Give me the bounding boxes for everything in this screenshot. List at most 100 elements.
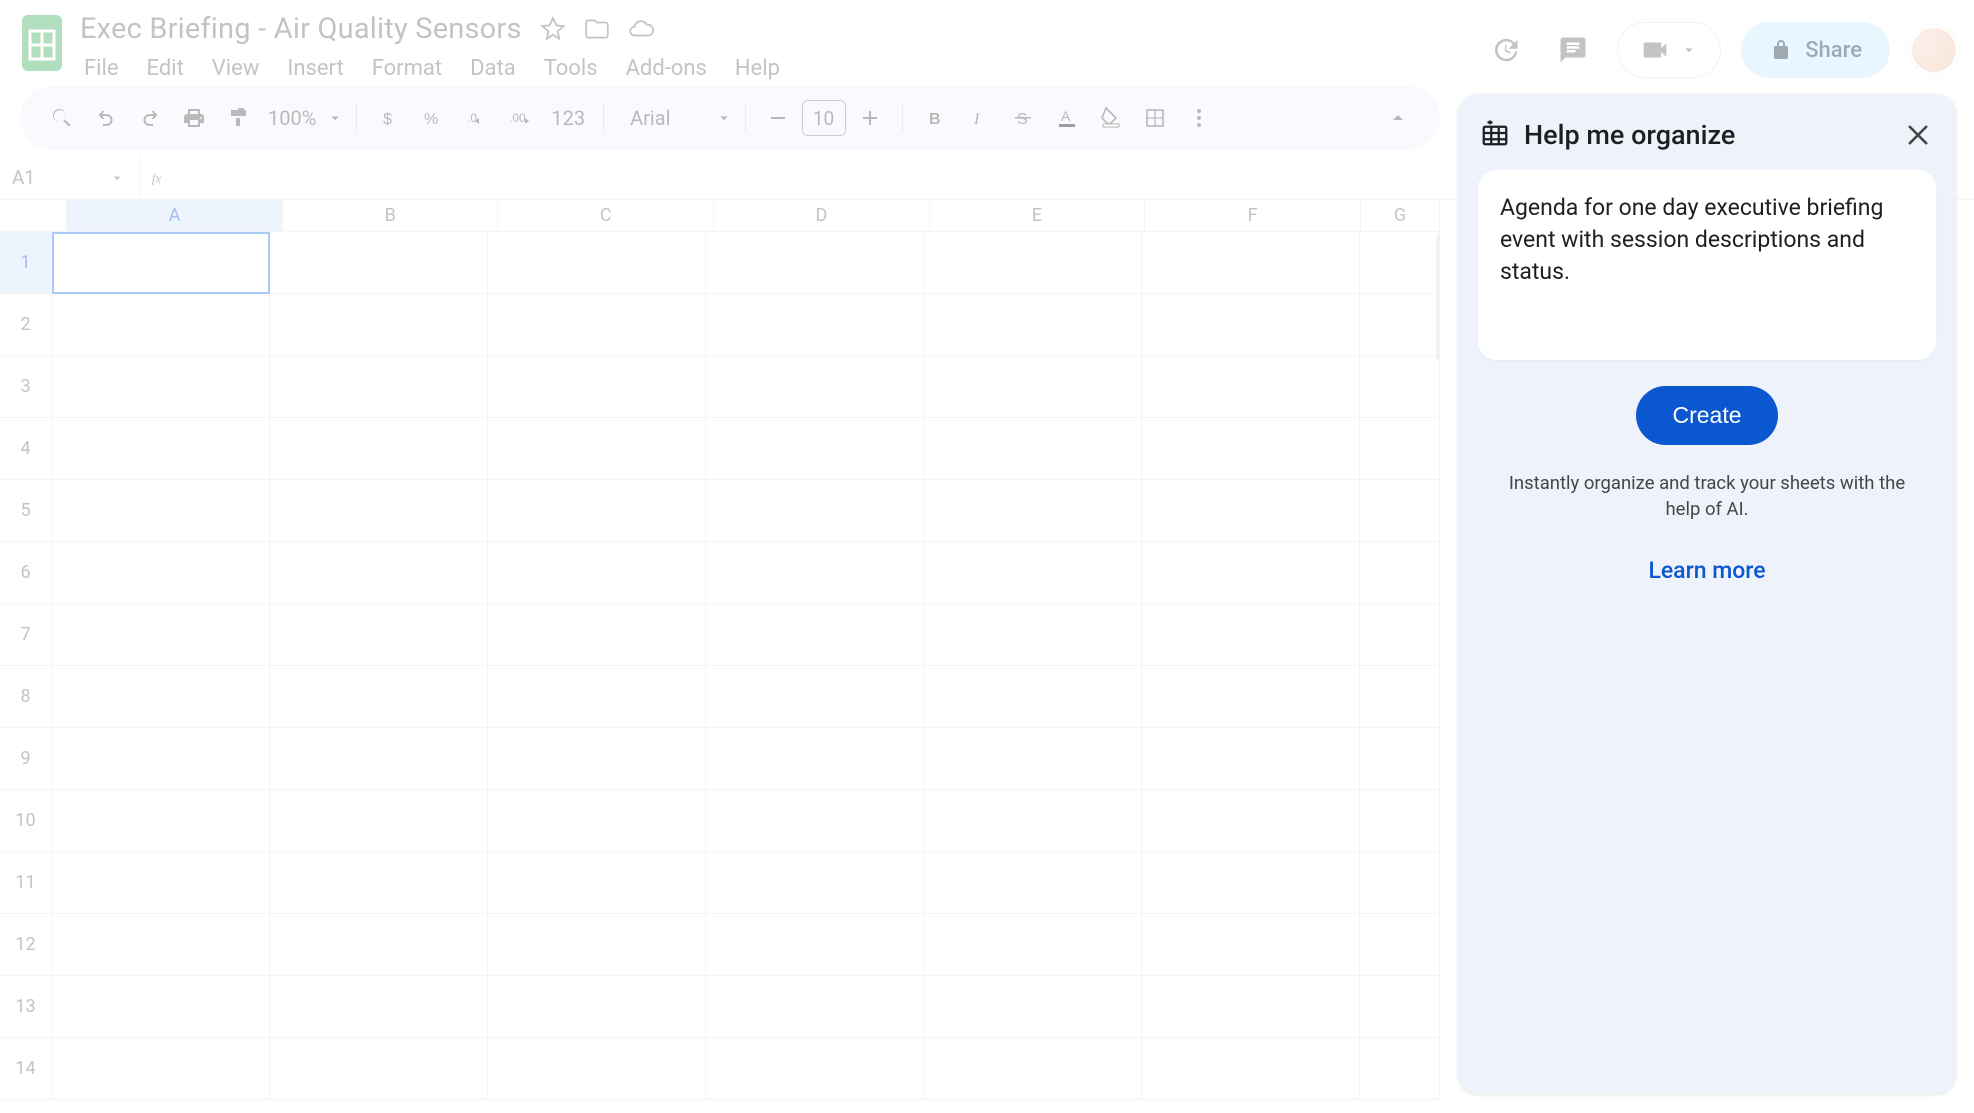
cell[interactable] xyxy=(1360,480,1440,542)
column-header[interactable]: D xyxy=(714,200,930,231)
cell[interactable] xyxy=(52,1038,270,1100)
cell[interactable] xyxy=(1360,914,1440,976)
decrease-decimal-icon[interactable]: .0 xyxy=(457,98,497,138)
cell[interactable] xyxy=(52,480,270,542)
cell[interactable] xyxy=(52,418,270,480)
cell[interactable] xyxy=(924,418,1142,480)
currency-icon[interactable]: $ xyxy=(369,98,409,138)
star-icon[interactable] xyxy=(540,16,566,42)
undo-icon[interactable] xyxy=(86,98,126,138)
cell[interactable] xyxy=(488,480,706,542)
cell[interactable] xyxy=(52,604,270,666)
print-icon[interactable] xyxy=(174,98,214,138)
cell[interactable] xyxy=(52,294,270,356)
cell[interactable] xyxy=(270,418,488,480)
strikethrough-icon[interactable]: S xyxy=(1003,98,1043,138)
menu-tools[interactable]: Tools xyxy=(544,56,598,81)
row-header[interactable]: 10 xyxy=(0,790,52,852)
learn-more-link[interactable]: Learn more xyxy=(1478,557,1936,584)
decrease-font-icon[interactable] xyxy=(758,98,798,138)
cell[interactable] xyxy=(924,542,1142,604)
menu-format[interactable]: Format xyxy=(372,56,442,81)
cell[interactable] xyxy=(270,914,488,976)
more-vertical-icon[interactable] xyxy=(1179,98,1219,138)
cell[interactable] xyxy=(706,728,924,790)
cell[interactable] xyxy=(924,852,1142,914)
cell[interactable] xyxy=(488,232,706,294)
cell[interactable] xyxy=(1142,852,1360,914)
comments-icon[interactable] xyxy=(1549,26,1597,74)
number-format-123[interactable]: 123 xyxy=(545,106,591,130)
row-header[interactable]: 9 xyxy=(0,728,52,790)
font-size-input[interactable]: 10 xyxy=(802,100,846,136)
cell[interactable] xyxy=(706,232,924,294)
row-header[interactable]: 11 xyxy=(0,852,52,914)
cloud-status-icon[interactable] xyxy=(628,16,654,42)
cell[interactable] xyxy=(1360,294,1440,356)
cell[interactable] xyxy=(52,356,270,418)
cell[interactable] xyxy=(706,976,924,1038)
row-header[interactable]: 3 xyxy=(0,356,52,418)
select-all-corner[interactable] xyxy=(0,200,67,231)
row-header[interactable]: 14 xyxy=(0,1038,52,1100)
column-header[interactable]: F xyxy=(1145,200,1361,231)
fill-color-icon[interactable] xyxy=(1091,98,1131,138)
cell[interactable] xyxy=(270,790,488,852)
account-avatar[interactable] xyxy=(1910,26,1958,74)
borders-icon[interactable] xyxy=(1135,98,1175,138)
cell[interactable] xyxy=(1142,666,1360,728)
sheets-logo-icon[interactable] xyxy=(16,8,68,78)
cell[interactable] xyxy=(1142,1038,1360,1100)
cell[interactable] xyxy=(270,480,488,542)
name-box[interactable]: A1 xyxy=(0,156,140,200)
cell[interactable] xyxy=(488,976,706,1038)
cell[interactable] xyxy=(706,542,924,604)
cell[interactable] xyxy=(706,418,924,480)
font-dropdown[interactable]: Arial xyxy=(616,106,732,130)
cell[interactable] xyxy=(1142,542,1360,604)
redo-icon[interactable] xyxy=(130,98,170,138)
cell[interactable] xyxy=(488,356,706,418)
cell[interactable] xyxy=(706,356,924,418)
cell[interactable] xyxy=(52,666,270,728)
cell[interactable] xyxy=(270,976,488,1038)
cell[interactable] xyxy=(270,604,488,666)
row-header[interactable]: 13 xyxy=(0,976,52,1038)
cell[interactable] xyxy=(1360,666,1440,728)
collapse-toolbar-icon[interactable] xyxy=(1378,98,1418,138)
cell[interactable] xyxy=(488,914,706,976)
cell[interactable] xyxy=(1360,1038,1440,1100)
paint-format-icon[interactable] xyxy=(218,98,258,138)
cell[interactable] xyxy=(924,1038,1142,1100)
bold-icon[interactable]: B xyxy=(915,98,955,138)
cell[interactable] xyxy=(1360,232,1440,294)
cell[interactable] xyxy=(706,604,924,666)
cell[interactable] xyxy=(1142,418,1360,480)
menu-file[interactable]: File xyxy=(84,56,119,81)
cell[interactable] xyxy=(924,790,1142,852)
column-header[interactable]: E xyxy=(930,200,1146,231)
cell[interactable] xyxy=(270,542,488,604)
cell[interactable] xyxy=(1360,418,1440,480)
cell[interactable] xyxy=(706,1038,924,1100)
cell[interactable] xyxy=(52,914,270,976)
cell[interactable] xyxy=(924,480,1142,542)
cell[interactable] xyxy=(488,1038,706,1100)
menu-data[interactable]: Data xyxy=(470,56,516,81)
cell[interactable] xyxy=(1142,914,1360,976)
cell[interactable] xyxy=(1142,976,1360,1038)
cell[interactable] xyxy=(270,728,488,790)
cell[interactable] xyxy=(706,480,924,542)
column-header[interactable]: B xyxy=(283,200,499,231)
menu-view[interactable]: View xyxy=(212,56,260,81)
text-color-icon[interactable]: A xyxy=(1047,98,1087,138)
cell[interactable] xyxy=(488,728,706,790)
row-header[interactable]: 6 xyxy=(0,542,52,604)
cell[interactable] xyxy=(1142,790,1360,852)
cell[interactable] xyxy=(924,976,1142,1038)
cell[interactable] xyxy=(1360,542,1440,604)
spreadsheet-grid[interactable]: A B C D E F G 1234567891011121314 xyxy=(0,200,1440,1100)
meet-button[interactable] xyxy=(1617,22,1721,78)
share-button[interactable]: Share xyxy=(1741,22,1890,78)
column-header[interactable]: G xyxy=(1361,200,1440,231)
